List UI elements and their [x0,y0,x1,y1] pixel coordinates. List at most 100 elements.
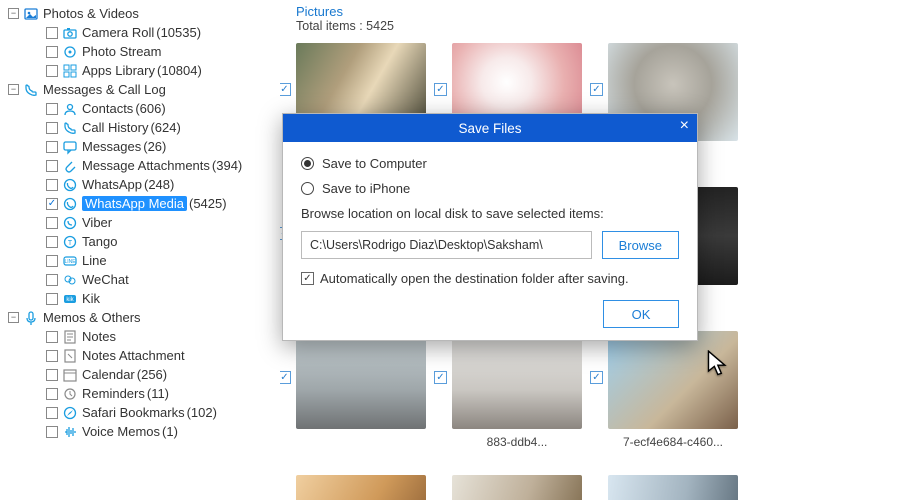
tree-item-count: (10804) [157,63,202,78]
thumbnail[interactable]: 7-ecf4e684-c460... [608,331,738,449]
checkbox-icon[interactable] [46,46,58,58]
tree-item[interactable]: Contacts (606) [6,99,280,118]
whatsapp-icon [62,177,78,193]
radio-save-iphone[interactable]: Save to iPhone [301,181,679,196]
tree-item-label: Line [82,253,107,268]
svg-text:T: T [68,240,73,247]
notesatt-icon [62,348,78,364]
close-icon[interactable]: × [680,118,689,134]
apps-icon [62,63,78,79]
expand-icon[interactable]: − [8,8,19,19]
ok-button[interactable]: OK [603,300,679,328]
checkbox-icon[interactable] [46,293,58,305]
checkbox-icon[interactable] [46,331,58,343]
checkbox-icon[interactable] [46,160,58,172]
checkbox-icon[interactable] [46,217,58,229]
tree-item[interactable]: kikKik [6,289,280,308]
checkbox-icon[interactable] [46,103,58,115]
tree-item[interactable]: WhatsApp Media (5425) [6,194,280,213]
tree-item[interactable]: Camera Roll (10535) [6,23,280,42]
checkbox-icon[interactable] [46,65,58,77]
camera-icon [62,25,78,41]
tree-item[interactable]: Messages (26) [6,137,280,156]
thumb-checkbox[interactable] [434,371,447,384]
checkbox-icon[interactable] [46,388,58,400]
tree-group-label: Memos & Others [43,310,141,325]
tree-item[interactable]: Viber [6,213,280,232]
checkbox-icon[interactable] [46,198,58,210]
thumb-checkbox[interactable] [280,83,291,96]
tree-item-count: (394) [212,158,242,173]
checkbox-icon[interactable] [46,407,58,419]
tree-group[interactable]: − Memos & Others [6,308,280,327]
tree-item-count: (10535) [156,25,201,40]
checkbox-icon[interactable] [46,141,58,153]
whatsapp-icon [62,196,78,212]
tree-item-count: (102) [187,405,217,420]
tree-item-count: (11) [147,386,169,401]
auto-open-checkbox[interactable]: Automatically open the destination folde… [301,271,679,286]
tree-item[interactable]: Message Attachments (394) [6,156,280,175]
path-input[interactable] [301,231,592,259]
msg-icon [62,139,78,155]
tree-item-label: Call History [82,120,148,135]
tree-item[interactable]: Reminders (11) [6,384,280,403]
tree-group[interactable]: −Photos & Videos [6,4,280,23]
tree-item-count: (248) [144,177,174,192]
checkbox-icon[interactable] [46,122,58,134]
radio-save-computer[interactable]: Save to Computer [301,156,679,171]
thumb-checkbox[interactable] [590,371,603,384]
tree-item[interactable]: Voice Memos (1) [6,422,280,441]
save-files-dialog: Save Files × Save to Computer Save to iP… [282,113,698,341]
tree-item[interactable]: TTango [6,232,280,251]
tree-item[interactable]: Photo Stream [6,42,280,61]
thumb-checkbox[interactable] [590,83,603,96]
thumbnail[interactable] [296,331,426,449]
thumbnail[interactable]: 10-bba6c -ddb... [608,475,738,500]
tree-item-count: (606) [135,101,165,116]
checkbox-icon[interactable] [46,274,58,286]
panel-title: Pictures [296,4,884,19]
tree-item-label: Notes Attachment [82,348,185,363]
voice-icon [62,424,78,440]
checkbox-icon[interactable] [46,27,58,39]
checkbox-icon[interactable] [46,426,58,438]
thumbnail[interactable]: 9-539d13eb-fac1-4... [452,475,582,500]
tree-item[interactable]: Calendar (256) [6,365,280,384]
checkbox-icon[interactable] [46,179,58,191]
tree-item[interactable]: Call History (624) [6,118,280,137]
thumb-checkbox[interactable] [280,371,291,384]
tree-item[interactable]: Notes Attachment [6,346,280,365]
tree-item-label: Photo Stream [82,44,162,59]
tree-item[interactable]: WeChat [6,270,280,289]
tree-item[interactable]: Safari Bookmarks (102) [6,403,280,422]
tree-item[interactable]: WhatsApp (248) [6,175,280,194]
thumbnail[interactable]: 8-b2c06f0c-0532-... [296,475,426,500]
svg-text:LINE: LINE [64,259,76,265]
checkbox-icon[interactable] [46,350,58,362]
browse-label: Browse location on local disk to save se… [301,206,679,221]
expand-icon[interactable]: − [8,312,19,323]
checkbox-icon[interactable] [46,369,58,381]
tree-group[interactable]: −Messages & Call Log [6,80,280,99]
expand-icon[interactable]: − [8,84,19,95]
tree-item-count: (624) [150,120,180,135]
phone-icon [23,82,39,98]
checkbox-icon[interactable] [46,255,58,267]
thumb-image [452,331,582,429]
tree-item-label: Notes [82,329,116,344]
call-icon [62,120,78,136]
thumbnail[interactable]: 883-ddb4... [452,331,582,449]
tree-item-label: Voice Memos [82,424,160,439]
tree-item-label: Reminders [82,386,145,401]
thumb-checkbox[interactable] [434,83,447,96]
checkbox-icon[interactable] [46,236,58,248]
kik-icon: kik [62,291,78,307]
browse-button[interactable]: Browse [602,231,679,259]
safari-icon [62,405,78,421]
tree-item[interactable]: Apps Library (10804) [6,61,280,80]
tree-item[interactable]: Notes [6,327,280,346]
panel-count: Total items : 5425 [296,19,884,33]
tree-item[interactable]: LINE Line [6,251,280,270]
tree-item-label: Viber [82,215,112,230]
